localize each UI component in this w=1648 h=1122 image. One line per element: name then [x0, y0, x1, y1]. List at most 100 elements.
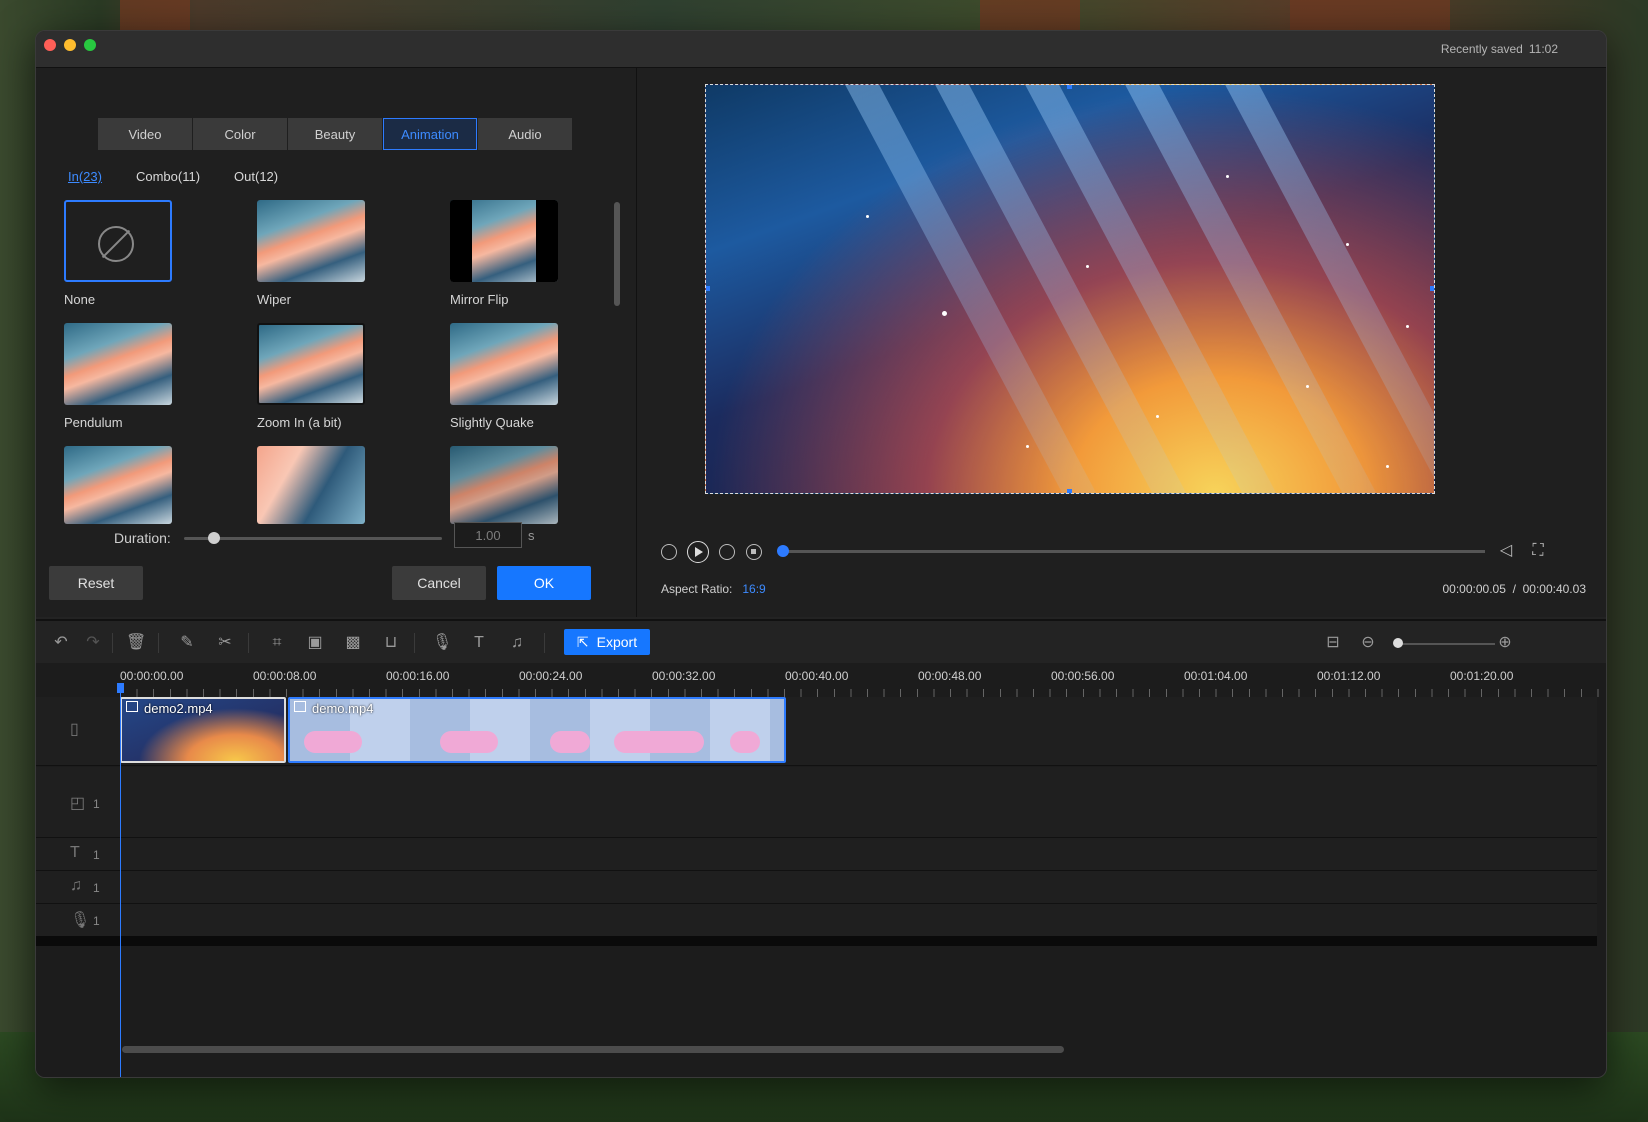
time-display: 00:00:00.05 / 00:00:40.03 [1442, 582, 1587, 596]
maximize-window-button[interactable] [84, 39, 96, 51]
effect-item[interactable] [64, 446, 214, 524]
tab-color[interactable]: Color [193, 118, 287, 150]
timeline-clip[interactable]: demo.mp4 [288, 697, 786, 763]
video-clip-icon [126, 701, 138, 712]
playhead[interactable] [117, 683, 124, 1077]
duration-slider[interactable] [184, 537, 442, 540]
cloud-shape [304, 731, 362, 753]
video-preview[interactable] [705, 84, 1435, 494]
crop-icon[interactable]: ⌗ [268, 634, 286, 652]
playback-progress-handle[interactable] [777, 545, 789, 557]
cloud-shape [730, 731, 760, 753]
effect-thumbnail[interactable] [64, 323, 172, 405]
zoom-out-icon[interactable]: ⊖ [1359, 634, 1377, 652]
next-frame-icon[interactable] [719, 544, 735, 560]
effects-scrollbar[interactable] [614, 202, 620, 306]
toolbar-divider [414, 633, 415, 653]
app-window: Recently saved 11:02 Video Color Beauty A… [35, 30, 1607, 1078]
cloud-shape [614, 731, 704, 753]
minimize-window-button[interactable] [64, 39, 76, 51]
resize-handle[interactable] [1067, 489, 1072, 493]
ruler-label: 00:00:56.00 [1051, 669, 1115, 683]
tab-animation[interactable]: Animation [383, 118, 477, 150]
previous-frame-icon[interactable] [661, 544, 677, 560]
timeline-zoom-slider[interactable] [1397, 643, 1495, 645]
playback-progress-bar[interactable] [783, 550, 1485, 553]
track-count: 1 [93, 848, 100, 862]
undo-icon[interactable]: ↶ [52, 634, 70, 652]
aspect-ratio-value[interactable]: 16:9 [742, 582, 765, 596]
delete-icon[interactable]: 🗑 [126, 634, 146, 652]
close-window-button[interactable] [44, 39, 56, 51]
effect-pendulum[interactable]: Pendulum [64, 323, 214, 430]
timeline-zoom-handle[interactable] [1393, 638, 1403, 648]
effect-item[interactable] [257, 446, 407, 524]
cancel-button[interactable]: Cancel [392, 566, 486, 600]
cut-icon[interactable]: ✂ [216, 634, 234, 652]
volume-icon[interactable]: ◁ [1497, 542, 1515, 560]
effect-wiper[interactable]: Wiper [257, 200, 407, 307]
tab-audio[interactable]: Audio [478, 118, 572, 150]
reset-button[interactable]: Reset [49, 566, 143, 600]
ruler-label: 00:00:24.00 [519, 669, 583, 683]
fit-timeline-icon[interactable]: ⊟ [1324, 634, 1342, 652]
subtab-in[interactable]: In(23) [68, 169, 102, 184]
resize-handle[interactable] [706, 286, 710, 291]
export-button[interactable]: ⇱ Export [564, 629, 650, 655]
effect-thumbnail[interactable] [64, 446, 172, 524]
timeline: 00:00:00.00 00:00:08.00 00:00:16.00 00:0… [36, 663, 1606, 1077]
tab-beauty[interactable]: Beauty [288, 118, 382, 150]
zoom-in-icon[interactable]: ⊕ [1496, 634, 1514, 652]
toolbar-divider [248, 633, 249, 653]
voiceover-track: 🎙 1 [36, 904, 1597, 937]
track-header: ♫ 1 [36, 871, 120, 903]
duration-slider-handle[interactable] [208, 532, 220, 544]
speech-to-text-icon[interactable]: ♫ [508, 634, 526, 652]
text-to-speech-icon[interactable]: T [470, 634, 488, 652]
ok-button[interactable]: OK [497, 566, 591, 600]
redo-icon[interactable]: ↷ [84, 634, 102, 652]
resize-handle[interactable] [1067, 85, 1072, 89]
effect-thumbnail[interactable] [64, 200, 172, 282]
timeline-clip[interactable]: demo2.mp4 [120, 697, 286, 763]
title-bar: Recently saved 11:02 [36, 31, 1606, 68]
stop-icon[interactable] [746, 544, 762, 560]
resize-icon[interactable]: ▣ [306, 634, 324, 652]
subtab-out[interactable]: Out(12) [234, 169, 278, 184]
effect-label: None [64, 292, 96, 307]
effect-thumbnail[interactable] [257, 446, 365, 524]
fullscreen-icon[interactable]: ⛶ [1529, 542, 1547, 560]
effect-item[interactable] [450, 446, 574, 524]
sparkle [1156, 415, 1159, 418]
timeline-scrollbar[interactable] [122, 1046, 1064, 1053]
duration-label: Duration: [114, 530, 171, 546]
tab-video[interactable]: Video [98, 118, 192, 150]
effect-thumbnail[interactable] [257, 323, 365, 405]
export-icon: ⇱ [576, 633, 589, 650]
resize-handle[interactable] [1430, 286, 1434, 291]
effect-slightly-quake[interactable]: Slightly Quake [450, 323, 574, 430]
effect-thumbnail[interactable] [450, 446, 558, 524]
duration-input[interactable]: 1.00 [454, 522, 522, 548]
effect-zoom-in[interactable]: Zoom In (a bit) [257, 323, 407, 430]
ruler-ticks [120, 689, 1606, 697]
microphone-icon[interactable]: 🎙 [432, 634, 452, 652]
duration-icon[interactable]: ⊔ [382, 634, 400, 652]
effect-mirror-flip[interactable]: Mirror Flip [450, 200, 574, 307]
edit-toolbar: ↶ ↷ 🗑 ✎ ✂ ⌗ ▣ ▩ ⊔ 🎙 T ♫ ⇱ Export ⊟ ⊖ ⊕ [36, 619, 1606, 665]
ruler-label: 00:00:00.00 [120, 669, 184, 683]
play-icon[interactable] [687, 541, 709, 563]
effect-none[interactable]: None [64, 200, 214, 307]
effect-thumbnail[interactable] [450, 200, 558, 282]
effect-label: Zoom In (a bit) [257, 415, 342, 430]
track-header: ▯ [36, 697, 120, 765]
pip-icon: ◰ [70, 795, 86, 812]
effect-thumbnail[interactable] [450, 323, 558, 405]
edit-tabs: Video Color Beauty Animation Audio [98, 118, 573, 150]
microphone-icon: 🎙 [70, 912, 91, 929]
clip-name: demo2.mp4 [126, 701, 213, 716]
effect-thumbnail[interactable] [257, 200, 365, 282]
mosaic-icon[interactable]: ▩ [344, 634, 362, 652]
edit-icon[interactable]: ✎ [178, 634, 196, 652]
subtab-combo[interactable]: Combo(11) [136, 169, 200, 184]
